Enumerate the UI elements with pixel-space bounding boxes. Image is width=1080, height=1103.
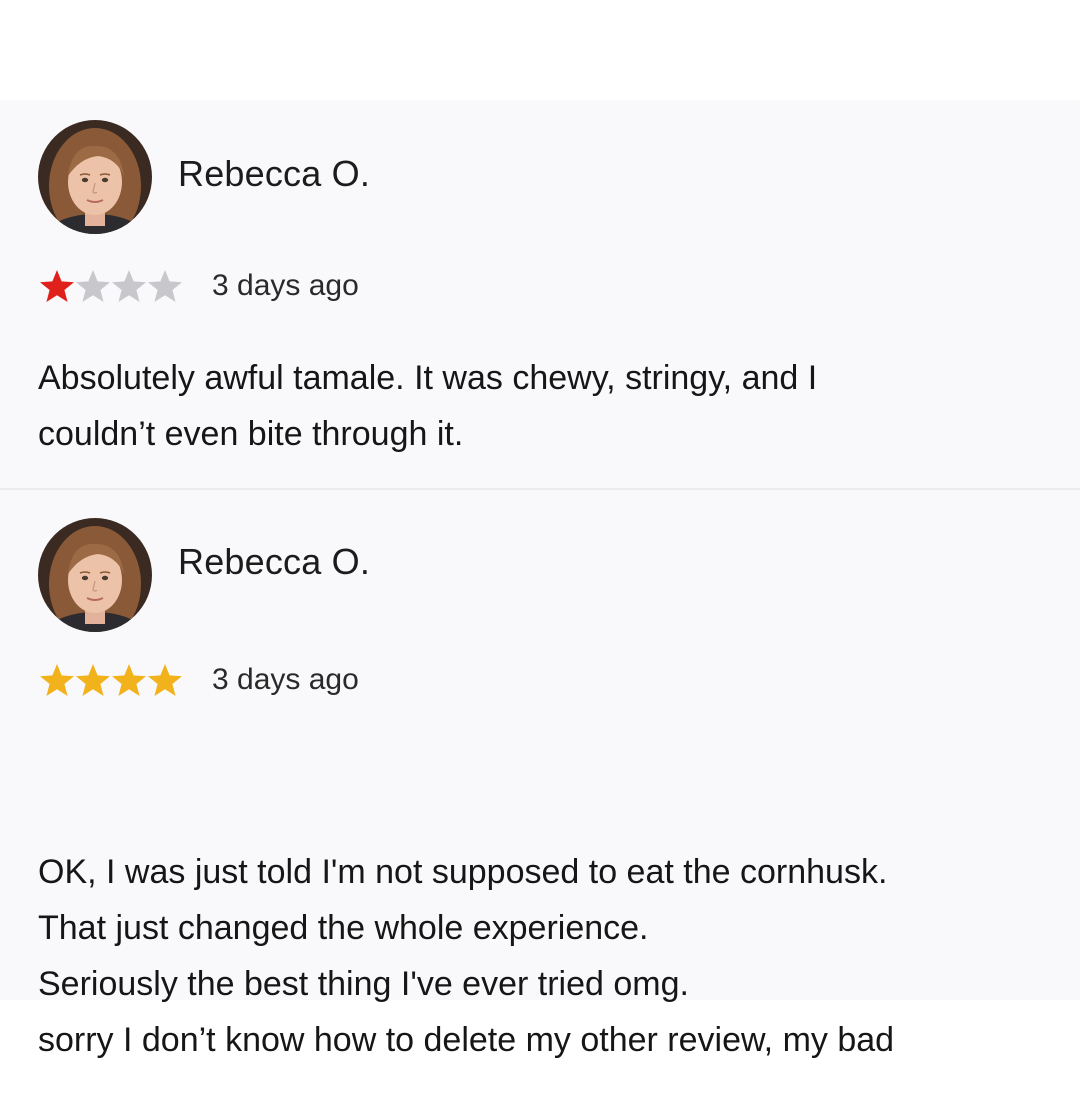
star-empty-icon <box>110 268 148 304</box>
review-text: OK, I was just told I'm not supposed to … <box>38 844 1058 1068</box>
reviewer-name[interactable]: Rebecca O. <box>178 542 370 582</box>
review-meta: 3 days ago <box>38 660 359 700</box>
review-meta: 3 days ago <box>38 266 359 306</box>
review-card: Rebecca O. 3 days ago Absolutely awful t… <box>0 100 1080 488</box>
review-text: Absolutely awful tamale. It was chewy, s… <box>38 350 1058 462</box>
star-empty-icon <box>74 268 112 304</box>
star-filled-icon <box>38 268 76 304</box>
review-text-line: Seriously the best thing I've ever tried… <box>38 965 689 1003</box>
star-filled-icon <box>74 662 112 698</box>
review-card: Rebecca O. 3 days ago OK, I was just tol… <box>0 490 1080 1059</box>
review-text-line: That just changed the whole experience. <box>38 909 649 947</box>
reviewer-name[interactable]: Rebecca O. <box>178 154 370 194</box>
review-text-line: Absolutely awful tamale. It was chewy, s… <box>38 359 818 397</box>
review-text-line: couldn’t even bite through it. <box>38 415 464 453</box>
review-timestamp: 3 days ago <box>212 269 359 302</box>
reviewer-avatar[interactable] <box>38 518 152 632</box>
review-text-line: OK, I was just told I'm not supposed to … <box>38 853 888 891</box>
star-filled-icon <box>146 662 184 698</box>
star-empty-icon <box>146 268 184 304</box>
star-filled-icon <box>38 662 76 698</box>
star-rating <box>38 268 182 304</box>
star-filled-icon <box>110 662 148 698</box>
reviewer-avatar[interactable] <box>38 120 152 234</box>
review-timestamp: 3 days ago <box>212 663 359 696</box>
reviews-list: Rebecca O. 3 days ago Absolutely awful t… <box>0 100 1080 1059</box>
star-rating <box>38 662 182 698</box>
review-text-line: sorry I don’t know how to delete my othe… <box>38 1021 895 1059</box>
